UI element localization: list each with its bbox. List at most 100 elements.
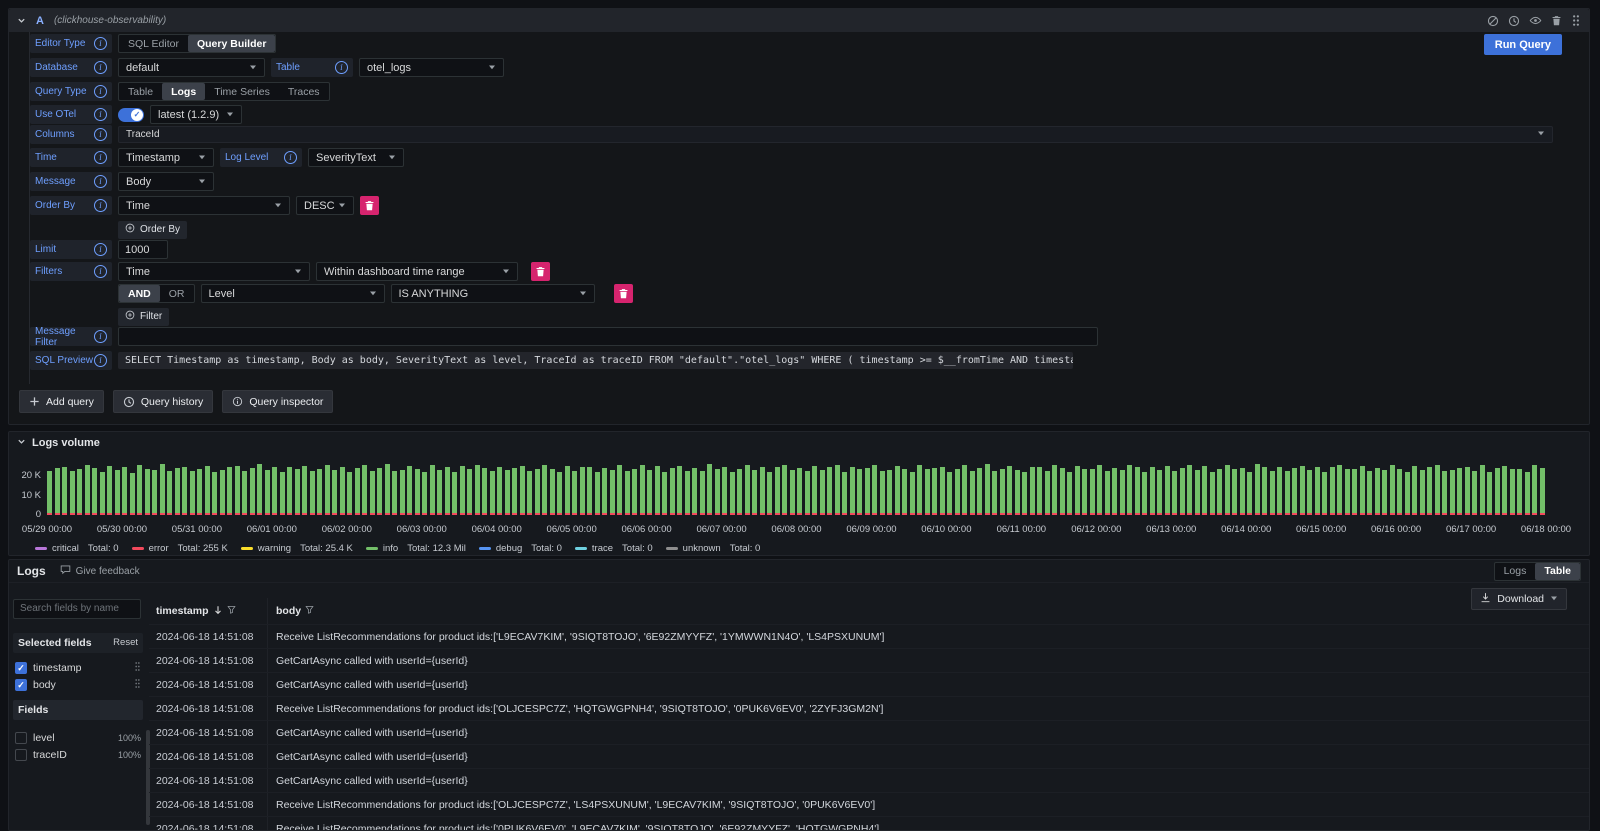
- info-icon[interactable]: i: [94, 330, 107, 343]
- limit-input[interactable]: [118, 240, 168, 259]
- add-filter-button[interactable]: Filter: [118, 308, 169, 326]
- log-level-select[interactable]: SeverityText: [308, 148, 404, 167]
- info-icon[interactable]: i: [284, 151, 297, 164]
- logs-volume-title[interactable]: Logs volume: [17, 437, 100, 449]
- info-icon[interactable]: i: [335, 61, 348, 74]
- legend-item-error[interactable]: errorTotal: 255 K: [132, 543, 228, 554]
- add-order-by-button[interactable]: Order By: [118, 221, 187, 239]
- disable-query-icon[interactable]: [1487, 15, 1499, 27]
- filter-funnel-icon[interactable]: [227, 605, 236, 617]
- run-query-button[interactable]: Run Query: [1484, 34, 1562, 55]
- query-type-option-table[interactable]: Table: [119, 83, 162, 100]
- filter1-field-select[interactable]: Time: [118, 262, 310, 281]
- table-row[interactable]: 2024-06-18 14:51:08GetCartAsync called w…: [149, 672, 1589, 696]
- order-by-direction-select[interactable]: DESC: [296, 196, 354, 215]
- filter-funnel-icon[interactable]: [305, 605, 314, 617]
- table-row[interactable]: 2024-06-18 14:51:08GetCartAsync called w…: [149, 768, 1589, 792]
- drag-handle-icon[interactable]: [1571, 14, 1581, 27]
- filter1-value-select[interactable]: Within dashboard time range: [316, 262, 518, 281]
- query-type-option-logs[interactable]: Logs: [162, 83, 205, 100]
- table-select[interactable]: otel_logs: [359, 58, 504, 77]
- database-select[interactable]: default: [118, 58, 265, 77]
- checkbox-checked[interactable]: ✓: [15, 679, 27, 691]
- info-icon[interactable]: i: [94, 128, 107, 141]
- columns-multiselect[interactable]: TraceId: [118, 126, 1553, 143]
- timestamp-cell: 2024-06-18 14:51:08: [149, 727, 267, 739]
- volume-bar: [857, 469, 862, 515]
- info-icon[interactable]: i: [94, 108, 107, 121]
- legend-item-info[interactable]: infoTotal: 12.3 Mil: [366, 543, 466, 554]
- message-select[interactable]: Body: [118, 172, 214, 191]
- logs-volume-bars[interactable]: [47, 461, 1546, 515]
- sort-desc-icon[interactable]: [213, 605, 223, 618]
- time-select[interactable]: Timestamp: [118, 148, 214, 167]
- legend-item-warning[interactable]: warningTotal: 25.4 K: [241, 543, 353, 554]
- info-icon[interactable]: i: [94, 61, 107, 74]
- checkbox-unchecked[interactable]: [15, 732, 27, 744]
- legend-item-trace[interactable]: traceTotal: 0: [575, 543, 653, 554]
- history-icon[interactable]: [1508, 15, 1520, 27]
- remove-filter2-button[interactable]: [614, 284, 633, 303]
- drag-handle-icon[interactable]: [134, 678, 141, 692]
- query-history-button[interactable]: Query history: [113, 390, 213, 413]
- editor-type-option-sql-editor[interactable]: SQL Editor: [119, 35, 188, 52]
- collapse-chevron-icon[interactable]: [17, 12, 26, 30]
- legend-item-critical[interactable]: criticalTotal: 0: [35, 543, 119, 554]
- query-type-option-traces[interactable]: Traces: [279, 83, 329, 100]
- legend-series-total: Total: 25.4 K: [300, 543, 353, 554]
- add-query-button[interactable]: Add query: [19, 390, 104, 413]
- field-percentage: 100%: [118, 750, 141, 760]
- table-row[interactable]: 2024-06-18 14:51:08GetCartAsync called w…: [149, 720, 1589, 744]
- eye-icon[interactable]: [1529, 14, 1542, 27]
- give-feedback-link[interactable]: Give feedback: [60, 564, 140, 578]
- query-type-option-time-series[interactable]: Time Series: [205, 83, 279, 100]
- x-axis-ticks: 05/29 00:0005/30 00:0005/31 00:0006/01 0…: [47, 524, 1546, 536]
- otel-version-select[interactable]: latest (1.2.9): [150, 105, 242, 124]
- table-row[interactable]: 2024-06-18 14:51:08GetCartAsync called w…: [149, 648, 1589, 672]
- editor-type-option-query-builder[interactable]: Query Builder: [188, 35, 275, 52]
- info-icon[interactable]: i: [94, 151, 107, 164]
- volume-bar: [1172, 471, 1177, 515]
- legend-item-unknown[interactable]: unknownTotal: 0: [666, 543, 761, 554]
- timestamp-cell: 2024-06-18 14:51:08: [149, 775, 267, 787]
- volume-bar: [797, 468, 802, 515]
- legend-item-debug[interactable]: debugTotal: 0: [479, 543, 562, 554]
- info-icon[interactable]: i: [94, 265, 107, 278]
- view-option-logs[interactable]: Logs: [1495, 563, 1536, 580]
- info-icon[interactable]: i: [94, 37, 107, 50]
- volume-bar: [355, 468, 360, 515]
- fields-header: Fields: [13, 700, 143, 720]
- filter2-field-select[interactable]: Level: [201, 284, 385, 303]
- order-by-field-select[interactable]: Time: [118, 196, 290, 215]
- table-row[interactable]: 2024-06-18 14:51:08Receive ListRecommend…: [149, 816, 1589, 830]
- checkbox-checked[interactable]: ✓: [15, 662, 27, 674]
- search-fields-input[interactable]: [13, 599, 141, 619]
- checkbox-unchecked[interactable]: [15, 749, 27, 761]
- info-icon[interactable]: i: [94, 243, 107, 256]
- remove-order-by-button[interactable]: [360, 196, 379, 215]
- info-icon[interactable]: i: [94, 354, 107, 367]
- body-column-header[interactable]: body: [267, 598, 1589, 624]
- drag-handle-icon[interactable]: [134, 661, 141, 675]
- query-row-header[interactable]: A (clickhouse-observability): [9, 9, 1589, 32]
- table-row[interactable]: 2024-06-18 14:51:08Receive ListRecommend…: [149, 624, 1589, 648]
- table-row[interactable]: 2024-06-18 14:51:08Receive ListRecommend…: [149, 792, 1589, 816]
- conjunction-option-and[interactable]: AND: [119, 285, 160, 302]
- info-icon[interactable]: i: [94, 175, 107, 188]
- timestamp-column-header[interactable]: timestamp: [149, 605, 267, 618]
- reset-fields-button[interactable]: Reset: [113, 637, 138, 648]
- info-icon[interactable]: i: [94, 85, 107, 98]
- view-option-table[interactable]: Table: [1535, 563, 1580, 580]
- query-inspector-button[interactable]: Query inspector: [222, 390, 333, 413]
- table-row[interactable]: 2024-06-18 14:51:08Receive ListRecommend…: [149, 696, 1589, 720]
- field-name: level: [33, 732, 55, 744]
- use-otel-toggle[interactable]: ✓: [118, 108, 144, 122]
- trash-icon[interactable]: [1551, 15, 1562, 26]
- conjunction-option-or[interactable]: OR: [160, 285, 194, 302]
- table-row[interactable]: 2024-06-18 14:51:08GetCartAsync called w…: [149, 744, 1589, 768]
- info-icon[interactable]: i: [94, 199, 107, 212]
- remove-filter1-button[interactable]: [531, 262, 550, 281]
- message-filter-input[interactable]: [118, 327, 1098, 346]
- volume-bar: [235, 466, 240, 515]
- filter2-op-select[interactable]: IS ANYTHING: [391, 284, 595, 303]
